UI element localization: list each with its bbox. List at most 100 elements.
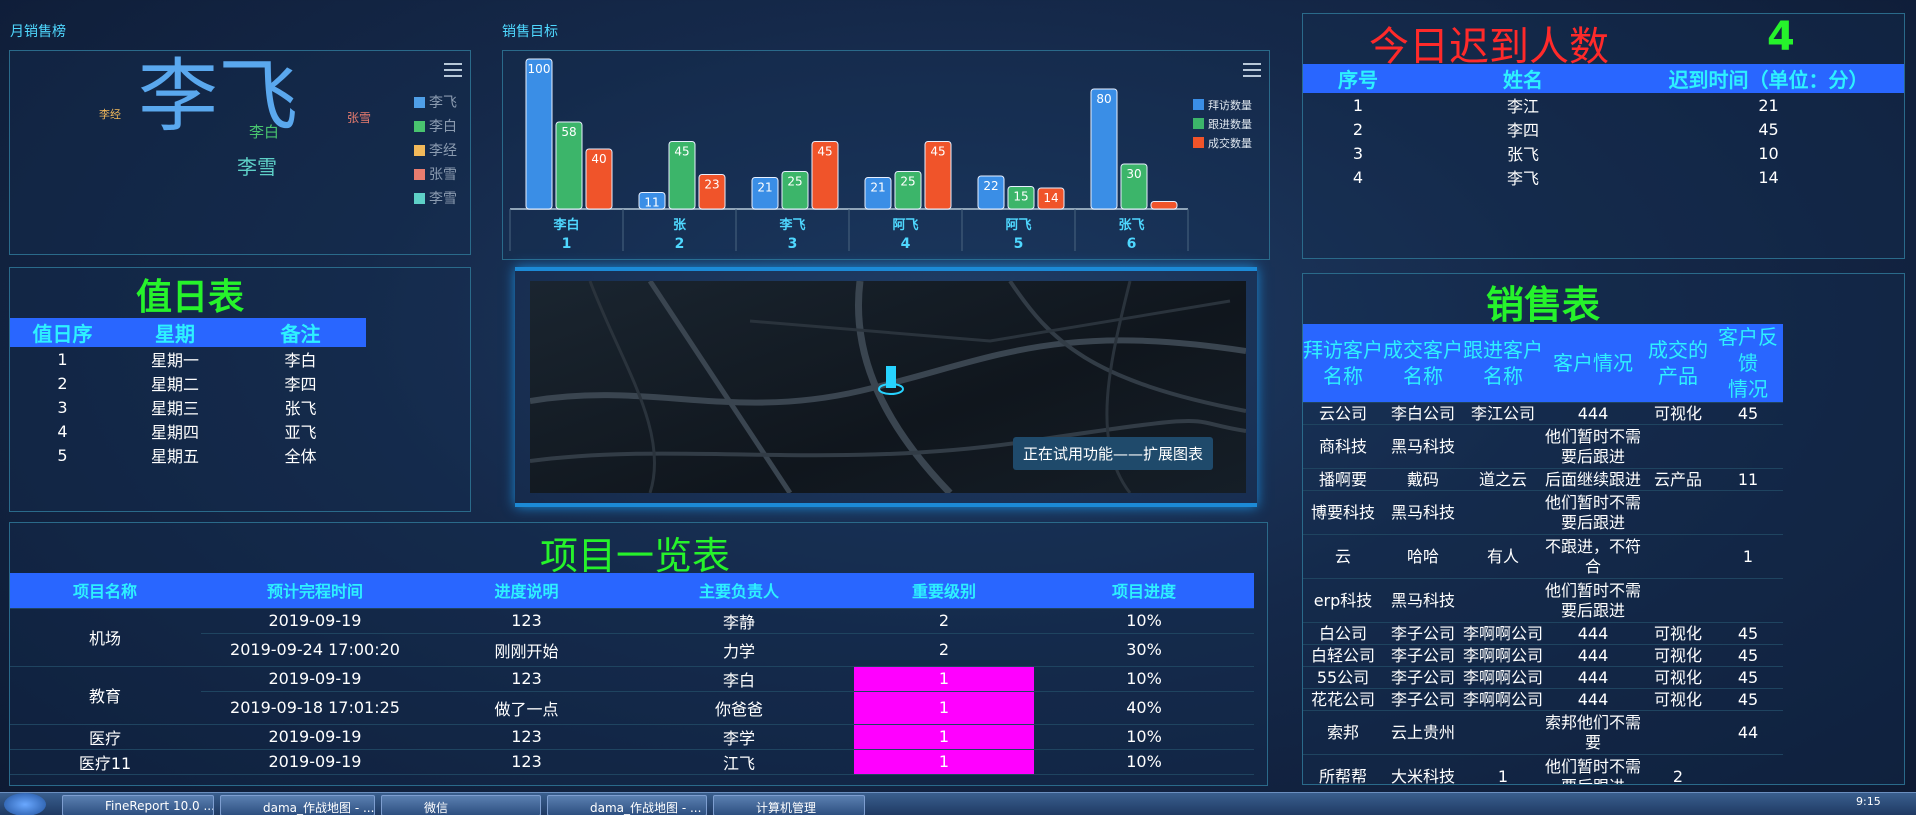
- legend-item[interactable]: 跟进数量: [1193, 114, 1252, 133]
- table-cell: 大米科技: [1383, 754, 1463, 784]
- table-cell: 10%: [1034, 724, 1254, 750]
- data-label: 45: [817, 145, 832, 159]
- table-cell: 2019-09-24 17:00:20: [201, 633, 429, 667]
- table-row: 所帮帮大米科技1他们暂时不需 要后跟进2: [1303, 754, 1783, 784]
- table-cell: 45: [1713, 622, 1783, 645]
- table-cell: 10%: [1034, 666, 1254, 692]
- table-cell: 花花公司: [1303, 688, 1383, 711]
- column-header: 客户情况: [1543, 324, 1643, 403]
- table-cell: [1643, 710, 1713, 755]
- legend-item[interactable]: 李经: [414, 138, 457, 162]
- legend-item[interactable]: 李飞: [414, 90, 457, 114]
- table-cell: 2: [854, 633, 1034, 667]
- legend-item[interactable]: 成交数量: [1193, 133, 1252, 152]
- table-cell: [1713, 490, 1783, 535]
- table-cell: 做了一点: [429, 691, 624, 725]
- legend-item[interactable]: 拜访数量: [1193, 95, 1252, 114]
- table-cell: 戴码: [1383, 468, 1463, 491]
- data-label: 21: [757, 181, 772, 195]
- table-row: 云哈哈 有人 不跟进，不符 合 1: [1303, 534, 1783, 579]
- bar[interactable]: [1150, 201, 1178, 210]
- table-cell: 44: [1713, 710, 1783, 755]
- table-cell: 4: [57, 421, 68, 441]
- sales-legend: 拜访数量 跟进数量 成交数量: [1193, 95, 1252, 152]
- table-cell: 黑马科技: [1383, 490, 1463, 535]
- table-cell: 李子公司: [1383, 622, 1463, 645]
- monthly-ranking-panel: 李经 李飞 李白 李雪 张雪 李飞 李白 李经 张雪 李雪: [9, 50, 471, 255]
- bar[interactable]: [525, 58, 553, 210]
- legend-item[interactable]: 张雪: [414, 162, 457, 186]
- table-cell: 1: [854, 691, 1034, 725]
- table-cell: 123: [429, 666, 624, 692]
- legend-item[interactable]: 李雪: [414, 186, 457, 210]
- table-cell: 2019-09-19: [201, 666, 429, 692]
- table-cell: 2019-09-19: [201, 724, 429, 750]
- menu-icon[interactable]: [444, 63, 462, 77]
- column-header: 跟进客户 名称: [1463, 324, 1543, 403]
- table-cell: 10%: [1034, 608, 1254, 634]
- category-label: 李飞: [778, 217, 805, 233]
- table-cell: 亚飞: [284, 423, 317, 442]
- map-view[interactable]: 正在试用功能——扩展图表: [530, 281, 1246, 493]
- table-cell: 哈哈: [1383, 534, 1463, 579]
- word-cloud-word: 李白: [249, 123, 280, 141]
- table-row: 商科技 黑马科技 他们暂时不需 要后跟进: [1303, 424, 1783, 469]
- table-cell: 李江公司: [1463, 402, 1543, 425]
- table-cell: 444: [1543, 644, 1643, 667]
- category-label: 李白: [552, 217, 579, 233]
- data-label: 22: [983, 179, 998, 193]
- table-cell: 444: [1543, 666, 1643, 689]
- category-id: 1: [562, 236, 572, 252]
- category-id: 6: [1127, 236, 1137, 252]
- table-cell: 云产品: [1643, 468, 1713, 491]
- table-cell: 商科技: [1303, 424, 1383, 469]
- column-header: 重要级别: [854, 573, 1034, 609]
- table-cell: 10%: [1034, 749, 1254, 775]
- table-cell: 全体: [284, 447, 317, 466]
- start-button[interactable]: [4, 793, 46, 815]
- table-cell: 10: [1758, 143, 1779, 163]
- project-name: 机场: [10, 608, 201, 667]
- ranking-legend: 李飞 李白 李经 张雪 李雪: [414, 90, 457, 210]
- table-cell: 2: [1643, 754, 1713, 784]
- table-cell: 1: [854, 749, 1034, 775]
- menu-icon[interactable]: [1243, 63, 1261, 77]
- column-header: 迟到时间（单位：分）: [1668, 68, 1869, 92]
- table-cell: 博要科技: [1303, 490, 1383, 535]
- category-label: 张飞: [1118, 218, 1144, 233]
- data-label: 21: [870, 181, 885, 195]
- word-cloud-word: 张雪: [347, 111, 372, 125]
- table-cell: 123: [429, 749, 624, 775]
- data-label: 11: [644, 196, 659, 210]
- trial-feature-label: 正在试用功能——扩展图表: [1013, 437, 1214, 470]
- bar[interactable]: [1090, 88, 1118, 210]
- table-cell: 刚刚开始: [429, 633, 624, 667]
- table-cell: 2: [57, 373, 68, 393]
- table-cell: 李子公司: [1383, 644, 1463, 667]
- taskbar-item[interactable]: dama_作战地图 - ...: [220, 795, 375, 815]
- column-header: 备注: [280, 322, 321, 346]
- taskbar-item[interactable]: 计算机管理: [713, 795, 865, 815]
- monthly-ranking-title: 月销售榜: [10, 24, 66, 40]
- taskbar-item[interactable]: FineReport 10.0 ...: [62, 795, 214, 815]
- table-cell: 所帮帮: [1303, 754, 1383, 784]
- table-cell: 有人: [1463, 534, 1543, 579]
- table-cell: 1: [1352, 95, 1364, 115]
- category-id: 4: [901, 236, 911, 252]
- table-cell: [1713, 754, 1783, 784]
- table-cell: 李子公司: [1383, 666, 1463, 689]
- table-cell: 1: [854, 666, 1034, 692]
- table-cell: 索邦他们不需 要: [1543, 710, 1643, 755]
- table-cell: 张飞: [1506, 145, 1539, 164]
- table-cell: 11: [1713, 468, 1783, 491]
- table-row: 4 星期四 亚飞: [10, 419, 366, 443]
- table-cell: 云公司: [1303, 402, 1383, 425]
- taskbar-item[interactable]: 微信: [381, 795, 541, 815]
- table-cell: 李四: [1506, 121, 1539, 140]
- data-label: 45: [674, 145, 689, 159]
- taskbar-item[interactable]: dama_作战地图 - ...: [547, 795, 707, 815]
- data-label: 80: [1096, 92, 1111, 106]
- table-cell: [1643, 424, 1713, 469]
- legend-item[interactable]: 李白: [414, 114, 457, 138]
- table-row: 5 星期五 全体: [10, 443, 366, 467]
